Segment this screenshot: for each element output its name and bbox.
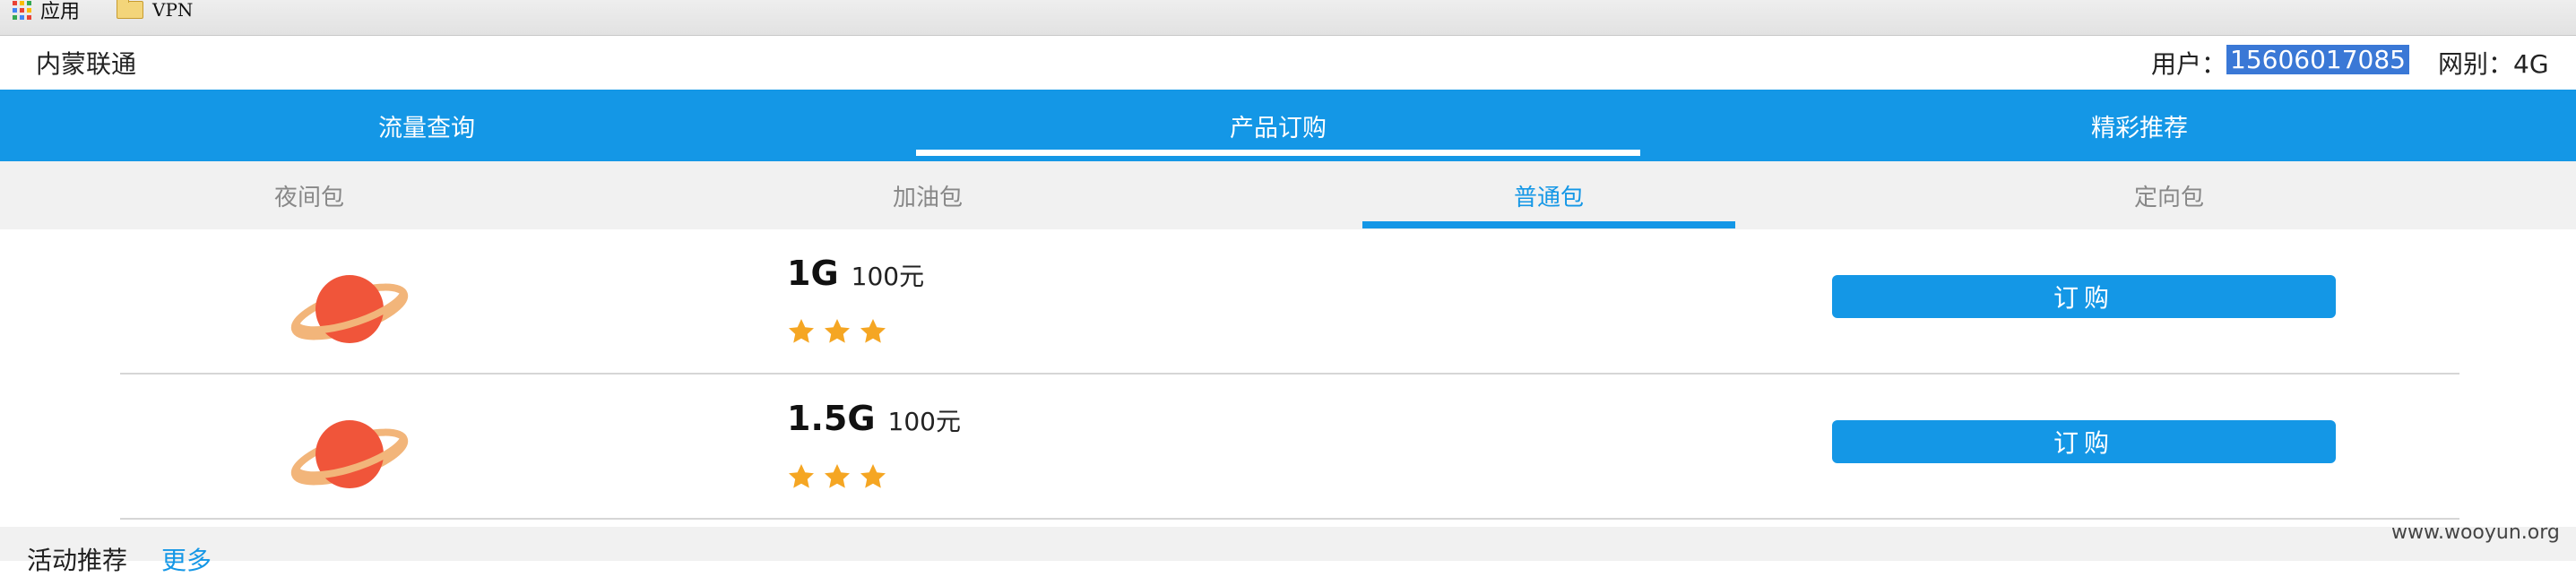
subtab-standard-package[interactable]: 普通包	[1362, 161, 1735, 229]
apps-bookmark-label: 应用	[40, 1, 81, 23]
package-title: 1.5G 100元	[787, 399, 961, 438]
package-title: 1G 100元	[787, 254, 924, 293]
active-tab-indicator	[916, 150, 1640, 156]
activity-section	[0, 527, 2576, 561]
star-icon	[825, 319, 850, 343]
tab-traffic-query[interactable]: 流量查询	[0, 90, 853, 161]
star-icon	[789, 464, 814, 488]
vpn-bookmark[interactable]: VPN	[117, 0, 194, 21]
star-icon	[860, 464, 886, 488]
user-label: 用户：	[2151, 49, 2227, 79]
planet-icon	[290, 420, 409, 488]
subtab-boost-package[interactable]: 加油包	[618, 161, 1237, 229]
activity-recommend-label: 活动推荐	[27, 546, 128, 575]
subtab-night-package[interactable]: 夜间包	[0, 161, 618, 229]
watermark: www.wooyun.org	[2391, 521, 2560, 544]
package-price: 100元	[887, 407, 961, 436]
package-price: 100元	[851, 262, 925, 291]
rating-stars	[787, 317, 887, 346]
apps-grid-icon	[13, 0, 31, 20]
star-icon	[825, 464, 850, 488]
tab-recommendations[interactable]: 精彩推荐	[1703, 90, 2576, 161]
subtab-directed-package[interactable]: 定向包	[1855, 161, 2483, 229]
row-divider	[120, 518, 2459, 520]
rating-stars	[787, 462, 887, 491]
brand-title: 内蒙联通	[36, 49, 137, 79]
star-icon	[860, 319, 886, 343]
more-link[interactable]: 更多	[161, 541, 212, 577]
vpn-bookmark-label: VPN	[152, 0, 194, 21]
planet-icon	[290, 275, 409, 343]
bookmarks-bar	[0, 0, 2576, 36]
package-size: 1G	[787, 254, 839, 293]
package-size: 1.5G	[787, 399, 876, 438]
star-icon	[789, 319, 814, 343]
order-button[interactable]: 订购	[1832, 275, 2336, 318]
network-type-label: 网别：4G	[2438, 49, 2549, 79]
order-button[interactable]: 订购	[1832, 420, 2336, 463]
active-subtab-indicator	[1362, 221, 1735, 228]
apps-bookmark[interactable]: 应用	[13, 0, 80, 23]
folder-icon	[117, 0, 143, 19]
user-phone-number[interactable]: 15606017085	[2226, 45, 2409, 74]
